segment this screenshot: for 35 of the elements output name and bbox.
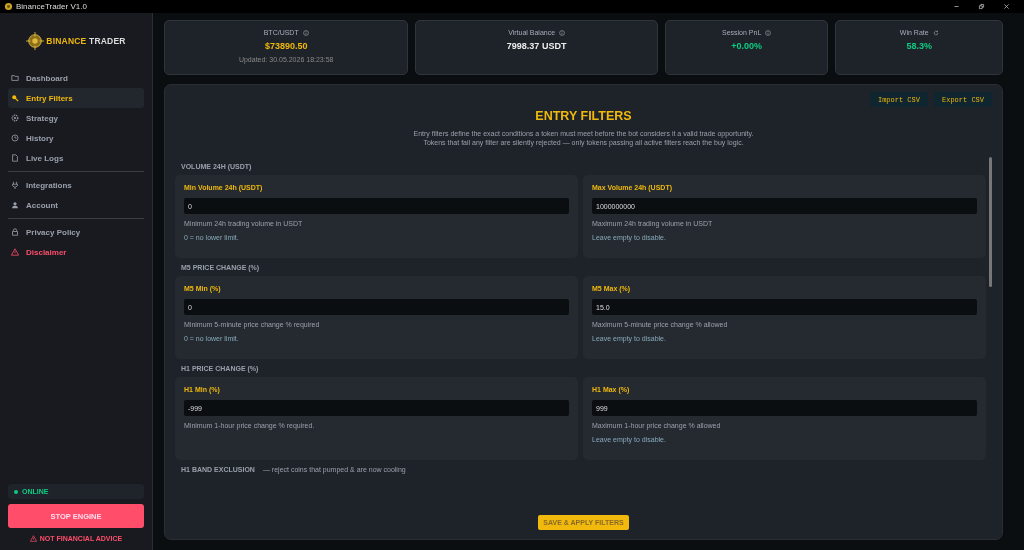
user-icon: [11, 201, 19, 209]
key-icon: [11, 94, 19, 102]
warning-icon: [29, 535, 37, 542]
sidebar-item[interactable]: Account: [8, 195, 144, 215]
stat-value: 58.3%: [906, 41, 932, 51]
sidebar-item[interactable]: Entry Filters: [8, 88, 144, 108]
info-icon: [302, 29, 309, 36]
page-title: ENTRY FILTERS: [535, 109, 632, 123]
logo-text: BINANCE TRADER: [46, 35, 126, 46]
sidebar-item[interactable]: Dashboard: [8, 68, 144, 88]
warning-icon: [11, 248, 19, 256]
refresh-icon: [932, 29, 939, 36]
gear-icon: [11, 114, 19, 122]
sidebar-item[interactable]: Disclaimer: [8, 242, 144, 262]
document-icon: [11, 154, 19, 162]
plug-icon: [11, 181, 19, 189]
window-title: BinanceTrader V1.0: [16, 2, 87, 11]
scrollbar[interactable]: [989, 157, 992, 287]
sidebar-item[interactable]: Integrations: [8, 175, 144, 195]
info-icon: [765, 29, 772, 36]
clock-icon: [11, 134, 19, 142]
sidebar-item[interactable]: Privacy Policy: [8, 222, 144, 242]
stat-value: $73890.50: [264, 41, 308, 51]
folder-icon: [11, 74, 19, 82]
info-icon: [559, 29, 566, 36]
minimize-icon[interactable]: [953, 3, 960, 10]
app-icon: [4, 2, 13, 11]
sidebar-item[interactable]: Strategy: [8, 108, 144, 128]
lock-icon: [11, 228, 19, 236]
crosshair-logo-icon: [26, 31, 45, 50]
sidebar-item[interactable]: Live Logs: [8, 148, 144, 168]
sidebar-item[interactable]: History: [8, 128, 144, 148]
stat-value: +0.00%: [731, 41, 763, 51]
stat-value: 7998.37 USDT: [506, 41, 567, 51]
close-icon[interactable]: [1003, 3, 1010, 10]
